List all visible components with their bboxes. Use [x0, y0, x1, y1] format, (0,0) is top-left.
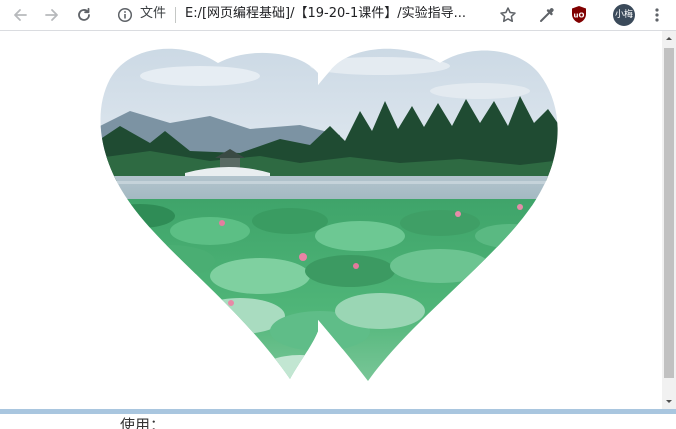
- forward-button[interactable]: [39, 2, 65, 28]
- info-icon: [117, 7, 133, 23]
- scrollbar-thumb[interactable]: [664, 48, 674, 378]
- scroll-down-arrow[interactable]: [662, 393, 676, 409]
- browser-toolbar: 文件 E:/[网页编程基础]/【19-20-1课件】/实验指导... uO 小梅: [0, 0, 676, 31]
- scroll-up-icon: [666, 37, 672, 40]
- heart-image-figure: [100, 48, 558, 381]
- vertical-scrollbar[interactable]: [662, 31, 676, 409]
- forward-icon: [45, 9, 58, 21]
- scheme-label: 文件: [140, 6, 167, 21]
- browser-menu-button[interactable]: [644, 2, 670, 28]
- eyedropper-icon: [540, 8, 554, 22]
- bookmark-star-button[interactable]: [495, 2, 521, 28]
- reload-button[interactable]: [71, 2, 97, 28]
- usage-text: 使用：: [120, 416, 166, 429]
- eyedropper-extension-button[interactable]: [534, 2, 560, 28]
- ublock-extension-button[interactable]: uO: [571, 5, 587, 24]
- page-content-below: 使用：: [0, 414, 676, 429]
- back-icon: [14, 9, 27, 21]
- site-info-button[interactable]: [113, 3, 137, 27]
- address-bar-url[interactable]: E:/[网页编程基础]/【19-20-1课件】/实验指导...: [185, 6, 490, 22]
- page-viewport: [0, 31, 662, 409]
- menu-icon: [655, 8, 659, 22]
- omnibox-separator: [175, 7, 176, 23]
- lotus-lake-photo: [100, 48, 558, 381]
- ublock-icon: uO: [572, 6, 586, 23]
- scroll-down-icon: [666, 400, 672, 403]
- svg-text:uO: uO: [574, 12, 585, 20]
- profile-avatar[interactable]: 小梅: [613, 4, 635, 26]
- scroll-up-arrow[interactable]: [662, 31, 676, 47]
- star-icon: [500, 7, 516, 23]
- reload-icon: [78, 7, 90, 21]
- back-button[interactable]: [7, 2, 33, 28]
